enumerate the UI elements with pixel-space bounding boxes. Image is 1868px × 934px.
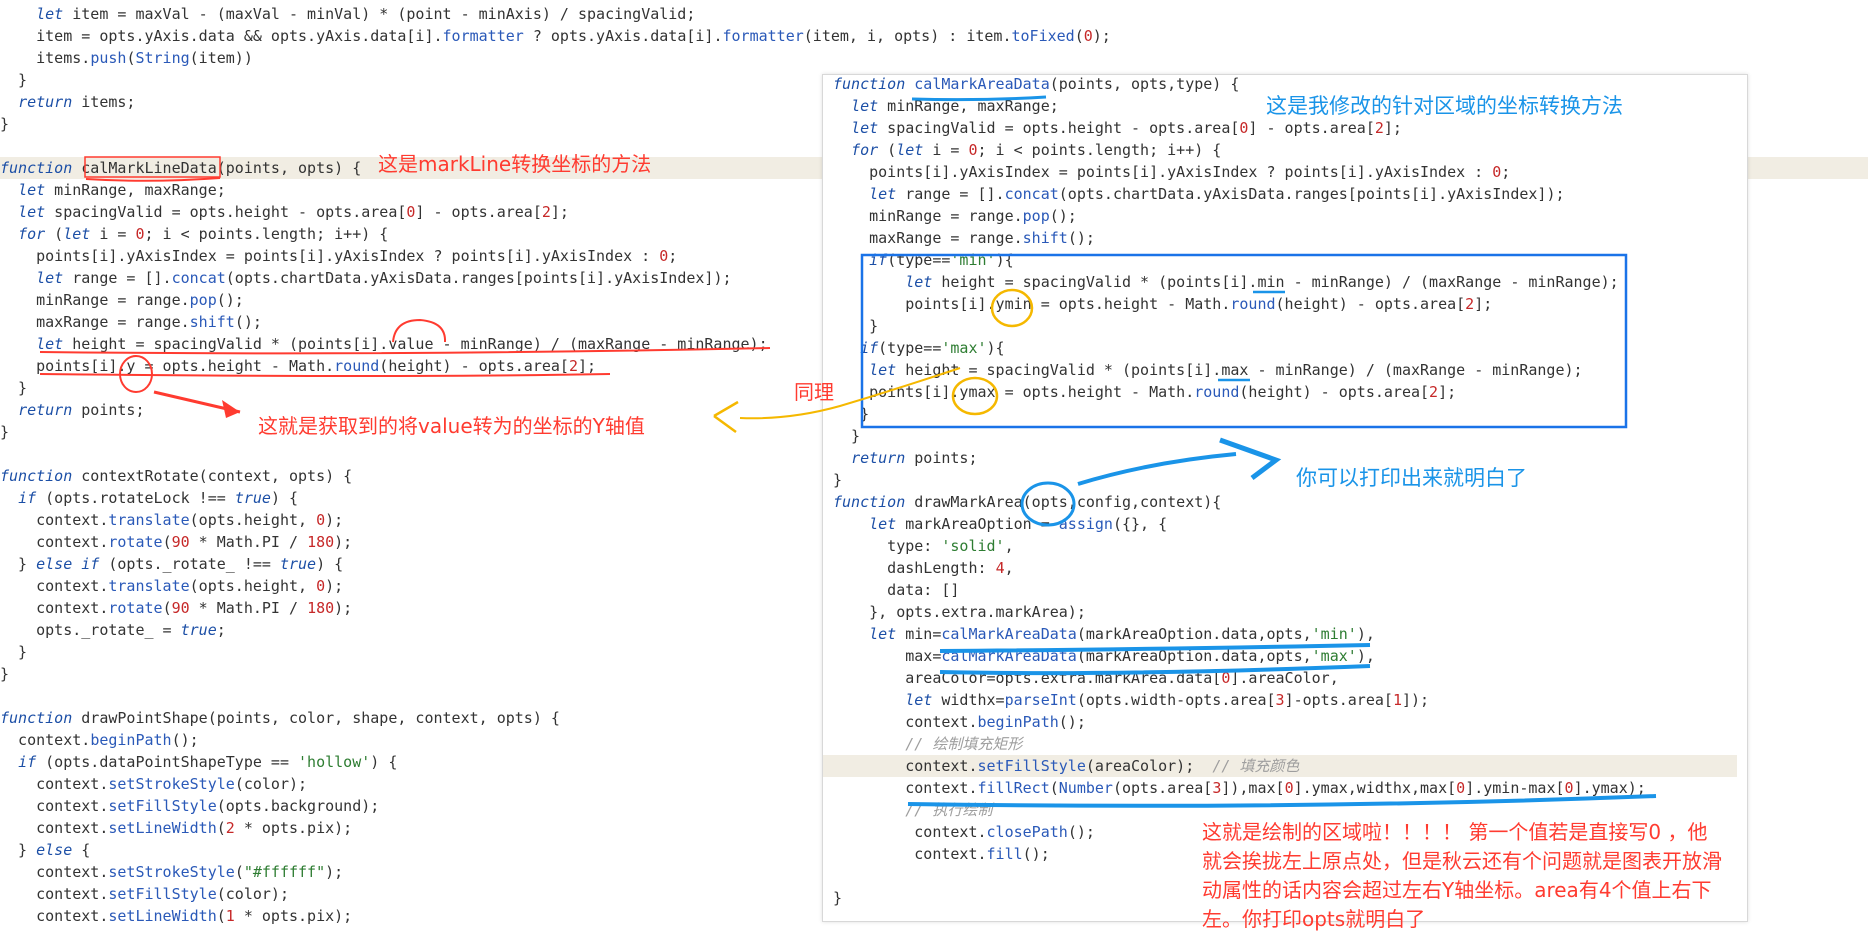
right-code-line-1: function calMarkAreaData(points, opts,ty… [833, 75, 1240, 93]
left-code-line-12: points[i].yAxisIndex = points[i].yAxisIn… [0, 247, 678, 265]
right-code-line-21: let markAreaOption = assign({}, { [869, 515, 1168, 533]
left-code-line-3: items.push(String(item)) [0, 49, 253, 67]
left-code-line-4: } [0, 71, 28, 89]
left-code-line-6: } [0, 115, 10, 133]
right-code-line-26: let min=calMarkAreaData(markAreaOption.d… [869, 625, 1375, 643]
right-code-line-34: // 执行绘制 [905, 801, 993, 819]
red-arrow-head [222, 400, 240, 418]
left-code-line-37: context.setFillStyle(opts.background); [0, 797, 380, 815]
left-code-line-33: function drawPointShape(points, color, s… [0, 709, 560, 727]
left-code-line-20: } [0, 423, 10, 441]
right-code-line-4: for (let i = 0; i < points.length; i++) … [851, 141, 1222, 159]
left-code-line-25: context.rotate(90 * Math.PI / 180); [0, 533, 353, 551]
right-code-line-31: // 绘制填充矩形 [905, 735, 1023, 753]
right-code-line-3: let spacingValid = opts.height - opts.ar… [851, 119, 1402, 137]
right-code-line-7: minRange = range.pop(); [833, 207, 1077, 225]
right-code-line-27: max=calMarkAreaData(markAreaOption.data,… [833, 647, 1375, 665]
right-code-line-22: type: 'solid', [833, 537, 1014, 555]
left-code-line-28: context.rotate(90 * Math.PI / 180); [0, 599, 353, 617]
right-code-line-18: return points; [851, 449, 978, 467]
left-code-line-5: return items; [18, 93, 136, 111]
right-code-line-29: let widthx=parseInt(opts.width-opts.area… [905, 691, 1430, 709]
left-code-line-14: minRange = range.pop(); [0, 291, 244, 309]
left-code-line-35: if (opts.dataPointShapeType == 'hollow')… [18, 753, 398, 771]
left-code-line-2: item = opts.yAxis.data && opts.yAxis.dat… [0, 27, 1111, 45]
right-code-line-38: } [833, 889, 843, 907]
left-code-line-38: context.setLineWidth(2 * opts.pix); [0, 819, 353, 837]
right-code-line-11: points[i].ymin = opts.height - Math.roun… [833, 295, 1493, 313]
right-code-line-17: } [833, 427, 861, 445]
right-code-line-14: let height = spacingValid * (points[i].m… [869, 361, 1583, 379]
left-code-line-9: let minRange, maxRange; [18, 181, 226, 199]
right-code-line-8: maxRange = range.shift(); [833, 229, 1095, 247]
left-code-line-36: context.setStrokeStyle(color); [0, 775, 308, 793]
right-code-line-9: if(type=='min'){ [869, 251, 1014, 269]
right-code-line-10: let height = spacingValid * (points[i].m… [905, 273, 1619, 291]
right-code-line-12: } [833, 317, 879, 335]
annotation-modified-method: 这是我修改的针对区域的坐标转换方法 [1266, 94, 1623, 118]
annotation-same-logic: 同理 [794, 380, 834, 404]
right-code-line-28: areaColor=opts.extra.markArea.data[0].ar… [833, 669, 1339, 687]
left-code-line-24: context.translate(opts.height, 0); [0, 511, 344, 529]
right-code-line-6: let range = [].concat(opts.chartData.yAx… [869, 185, 1565, 203]
left-code-line-26: } else if (opts._rotate_ !== true) { [0, 555, 344, 573]
left-code-line-10: let spacingValid = opts.height - opts.ar… [18, 203, 569, 221]
left-code-line-23: if (opts.rotateLock !== true) { [18, 489, 299, 507]
left-code-line-40: context.setStrokeStyle("#ffffff"); [0, 863, 344, 881]
annotation-markline-method: 这是markLine转换坐标的方法 [378, 152, 652, 176]
left-code-line-13: let range = [].concat(opts.chartData.yAx… [36, 269, 732, 287]
annotation-value-to-y: 这就是获取到的将value转为的坐标的Y轴值 [258, 414, 645, 438]
right-code-line-19: } [833, 471, 843, 489]
left-code-line-31: } [0, 665, 10, 683]
right-code-line-15: points[i].ymax = opts.height - Math.roun… [833, 383, 1457, 401]
right-code-screenshot: function calMarkAreaData(points, opts,ty… [822, 74, 1748, 922]
left-code-line-29: opts._rotate_ = true; [0, 621, 226, 639]
right-code-line-35: context.closePath(); [833, 823, 1095, 841]
right-code-line-13: if(type=='max'){ [860, 339, 1005, 357]
annotation-draw-area-note: 这就是绘制的区域啦！！！！ 第一个值若是直接写0 ，他就会挨拢左上原点处，但是秋… [1202, 820, 1722, 931]
left-code-line-19: return points; [18, 401, 145, 419]
left-code-line-41: context.setFillStyle(color); [0, 885, 289, 903]
right-code-line-23: dashLength: 4, [833, 559, 1014, 577]
right-code-line-30: context.beginPath(); [833, 713, 1086, 731]
left-code-line-17: points[i].y = opts.height - Math.round(h… [0, 357, 597, 375]
right-code-line-5: points[i].yAxisIndex = points[i].yAxisIn… [833, 163, 1511, 181]
left-code-line-30: } [0, 643, 28, 661]
left-code-line-34: context.beginPath(); [0, 731, 199, 749]
right-code-line-24: data: [] [833, 581, 960, 599]
right-code-line-32: context.setFillStyle(areaColor); // 填充颜色 [823, 755, 1737, 777]
right-code-line-16: } [833, 405, 870, 423]
left-code-line-15: maxRange = range.shift(); [0, 313, 262, 331]
left-code-line-18: } [0, 379, 28, 397]
left-code-line-42: context.setLineWidth(1 * opts.pix); [0, 907, 353, 925]
red-arrow-line [153, 390, 241, 414]
right-code-line-2: let minRange, maxRange; [851, 97, 1059, 115]
left-code-line-27: context.translate(opts.height, 0); [0, 577, 344, 595]
left-code-line-16: let height = spacingValid * (points[i].v… [36, 335, 768, 353]
right-code-line-33: context.fillRect(Number(opts.area[3]),ma… [833, 779, 1646, 797]
yellow-arrow-head [713, 400, 739, 434]
left-code-line-22: function contextRotate(context, opts) { [0, 467, 353, 485]
right-code-line-20: function drawMarkArea(opts,config,contex… [833, 493, 1222, 511]
right-code-line-36: context.fill(); [833, 845, 1050, 863]
left-code-line-1: let item = maxVal - (maxVal - minVal) * … [36, 5, 696, 23]
left-code-line-11: for (let i = 0; i < points.length; i++) … [18, 225, 389, 243]
right-code-line-25: }, opts.extra.markArea); [833, 603, 1086, 621]
left-code-line-39: } else { [0, 841, 91, 859]
annotation-print-hint: 你可以打印出来就明白了 [1296, 466, 1527, 490]
